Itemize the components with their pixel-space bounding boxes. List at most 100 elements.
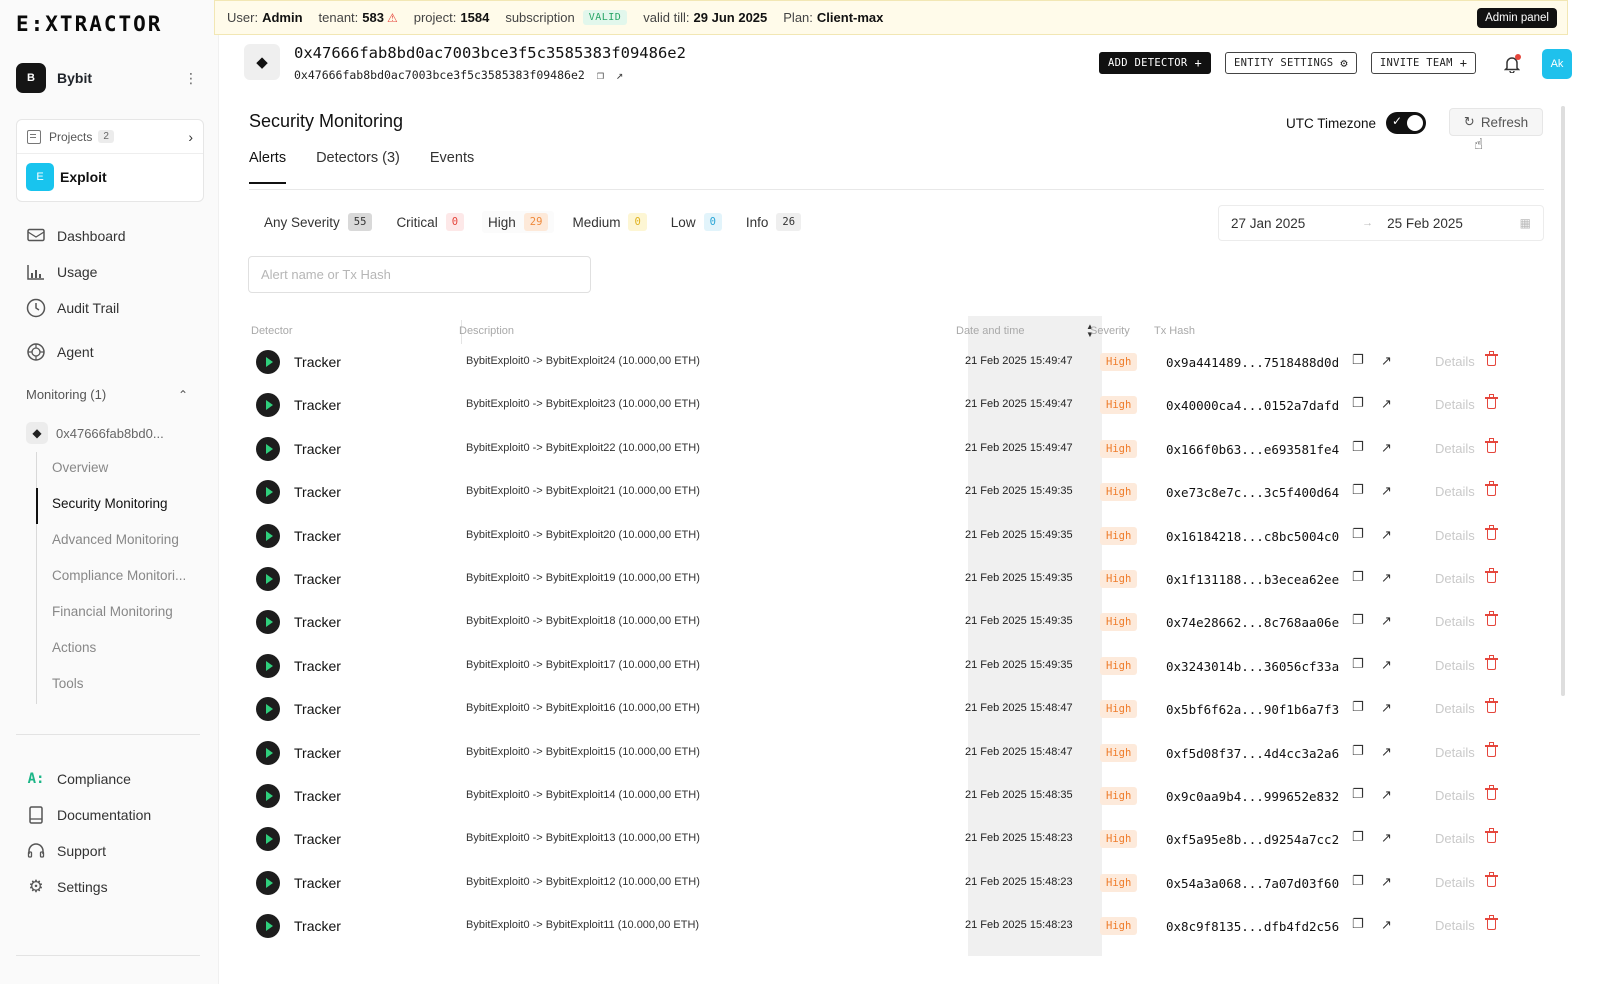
external-link-icon[interactable]: ↗: [1381, 830, 1392, 846]
trash-icon[interactable]: [1485, 915, 1498, 931]
trash-icon[interactable]: [1485, 351, 1498, 367]
invite-team-button[interactable]: INVITE TEAM +: [1370, 52, 1477, 74]
sidebar-item-usage[interactable]: Usage: [26, 260, 97, 284]
copy-icon[interactable]: ❐: [1352, 352, 1364, 368]
table-row[interactable]: Tracker BybitExploit0 -> BybitExploit17 (…: [248, 646, 1544, 690]
external-link-icon[interactable]: ↗: [1381, 570, 1392, 586]
table-row[interactable]: Tracker BybitExploit0 -> BybitExploit14 (…: [248, 776, 1544, 820]
details-link[interactable]: Details: [1435, 441, 1475, 456]
app-logo[interactable]: E:XTRACTOR: [16, 12, 162, 36]
copy-icon[interactable]: ❐: [1352, 786, 1364, 802]
external-link-icon[interactable]: ↗: [1381, 874, 1392, 890]
tab-alerts[interactable]: Alerts: [249, 150, 287, 184]
copy-icon[interactable]: ❐: [1352, 916, 1364, 932]
details-link[interactable]: Details: [1435, 701, 1475, 716]
trash-icon[interactable]: [1485, 828, 1498, 844]
sidebar-item-documentation[interactable]: Documentation: [26, 803, 151, 827]
copy-icon[interactable]: ❐: [1352, 829, 1364, 845]
external-link-icon[interactable]: ↗: [1381, 440, 1392, 456]
column-header-datetime[interactable]: Date and time: [956, 325, 1024, 337]
copy-icon[interactable]: ❐: [1352, 482, 1364, 498]
table-row[interactable]: Tracker BybitExploit0 -> BybitExploit11 (…: [248, 906, 1544, 950]
copy-icon[interactable]: ❐: [1352, 569, 1364, 585]
refresh-button[interactable]: ↻ Refresh: [1449, 108, 1543, 136]
trash-icon[interactable]: [1485, 524, 1498, 541]
tab-events[interactable]: Events: [430, 150, 474, 184]
trash-icon[interactable]: [1485, 437, 1498, 454]
external-link-icon[interactable]: ↗: [616, 68, 623, 82]
sidebar-item-dashboard[interactable]: Dashboard: [26, 224, 126, 248]
sidebar-item-audit-trail[interactable]: Audit Trail: [26, 296, 119, 320]
trash-icon[interactable]: [1485, 568, 1498, 584]
details-link[interactable]: Details: [1435, 484, 1475, 499]
severity-filter-any-severity[interactable]: Any Severity 55: [258, 211, 378, 233]
subnav-item-tools[interactable]: Tools: [52, 676, 84, 691]
copy-icon[interactable]: ❐: [1352, 743, 1364, 759]
project-item-exploit[interactable]: E Exploit: [17, 154, 203, 200]
trash-icon[interactable]: [1485, 871, 1498, 888]
sidebar-item-settings[interactable]: ⚙ Settings: [26, 875, 107, 899]
copy-icon[interactable]: ❐: [1352, 699, 1364, 715]
trash-icon[interactable]: [1485, 654, 1498, 671]
tab-detectors[interactable]: Detectors (3): [316, 150, 400, 184]
external-link-icon[interactable]: ↗: [1381, 917, 1392, 933]
severity-filter-high[interactable]: High 29: [482, 211, 555, 233]
copy-icon[interactable]: ❐: [1352, 612, 1364, 628]
copy-icon[interactable]: ❐: [1352, 873, 1364, 889]
trash-icon[interactable]: [1485, 481, 1498, 497]
scrollbar[interactable]: [1561, 106, 1565, 696]
date-range-picker[interactable]: 27 Jan 2025 → 25 Feb 2025 ▦: [1218, 205, 1544, 241]
table-row[interactable]: Tracker BybitExploit0 -> BybitExploit22 (…: [248, 429, 1544, 473]
projects-toggle[interactable]: Projects 2 ›: [17, 120, 203, 154]
details-link[interactable]: Details: [1435, 658, 1475, 673]
external-link-icon[interactable]: ↗: [1381, 657, 1392, 673]
external-link-icon[interactable]: ↗: [1381, 483, 1392, 499]
external-link-icon[interactable]: ↗: [1381, 787, 1392, 803]
table-row[interactable]: Tracker BybitExploit0 -> BybitExploit21 (…: [248, 472, 1544, 516]
severity-filter-critical[interactable]: Critical 0: [390, 211, 470, 233]
details-link[interactable]: Details: [1435, 788, 1475, 803]
table-row[interactable]: Tracker BybitExploit0 -> BybitExploit23 (…: [248, 385, 1544, 429]
subnav-item-financial-monitoring[interactable]: Financial Monitoring: [52, 604, 173, 619]
bell-icon[interactable]: [1500, 52, 1524, 76]
table-row[interactable]: Tracker BybitExploit0 -> BybitExploit24 (…: [248, 342, 1544, 386]
entity-settings-button[interactable]: ENTITY SETTINGS ⚙: [1225, 52, 1357, 74]
sidebar-item-support[interactable]: Support: [26, 839, 106, 863]
subnav-item-compliance-monitoring[interactable]: Compliance Monitori...: [52, 568, 186, 583]
search-input[interactable]: [248, 256, 591, 293]
table-row[interactable]: Tracker BybitExploit0 -> BybitExploit20 (…: [248, 516, 1544, 560]
more-options-icon[interactable]: ⋮: [180, 70, 202, 87]
severity-filter-low[interactable]: Low 0: [665, 211, 728, 233]
details-link[interactable]: Details: [1435, 745, 1475, 760]
copy-icon[interactable]: ❐: [1352, 656, 1364, 672]
details-link[interactable]: Details: [1435, 831, 1475, 846]
sidebar-item-compliance[interactable]: A: Compliance: [26, 767, 131, 791]
subnav-item-advanced-monitoring[interactable]: Advanced Monitoring: [52, 532, 179, 547]
table-row[interactable]: Tracker BybitExploit0 -> BybitExploit15 (…: [248, 733, 1544, 777]
table-row[interactable]: Tracker BybitExploit0 -> BybitExploit16 (…: [248, 689, 1544, 733]
table-row[interactable]: Tracker BybitExploit0 -> BybitExploit18 (…: [248, 602, 1544, 646]
subnav-item-security-monitoring[interactable]: Security Monitoring: [52, 496, 168, 511]
external-link-icon[interactable]: ↗: [1381, 396, 1392, 412]
copy-icon[interactable]: ❐: [1352, 439, 1364, 455]
copy-icon[interactable]: ❐: [597, 68, 604, 82]
trash-icon[interactable]: [1485, 394, 1498, 410]
admin-panel-button[interactable]: Admin panel: [1477, 8, 1557, 28]
details-link[interactable]: Details: [1435, 614, 1475, 629]
sidebar-entity-item[interactable]: ◆ 0x47666fab8bd0...: [26, 422, 164, 444]
external-link-icon[interactable]: ↗: [1381, 700, 1392, 716]
table-row[interactable]: Tracker BybitExploit0 -> BybitExploit13 (…: [248, 819, 1544, 863]
column-header-detector[interactable]: Detector: [251, 325, 293, 337]
column-header-txhash[interactable]: Tx Hash: [1154, 325, 1195, 337]
severity-filter-info[interactable]: Info 26: [740, 211, 807, 233]
add-detector-button[interactable]: ADD DETECTOR +: [1099, 52, 1211, 74]
table-row[interactable]: Tracker BybitExploit0 -> BybitExploit19 (…: [248, 559, 1544, 603]
external-link-icon[interactable]: ↗: [1381, 527, 1392, 543]
external-link-icon[interactable]: ↗: [1381, 613, 1392, 629]
severity-filter-medium[interactable]: Medium 0: [566, 211, 652, 233]
scrollbar-thumb[interactable]: [1561, 106, 1565, 696]
copy-icon[interactable]: ❐: [1352, 395, 1364, 411]
details-link[interactable]: Details: [1435, 918, 1475, 933]
utc-toggle[interactable]: ✓: [1386, 112, 1427, 134]
org-switcher[interactable]: B Bybit ⋮: [16, 62, 202, 94]
